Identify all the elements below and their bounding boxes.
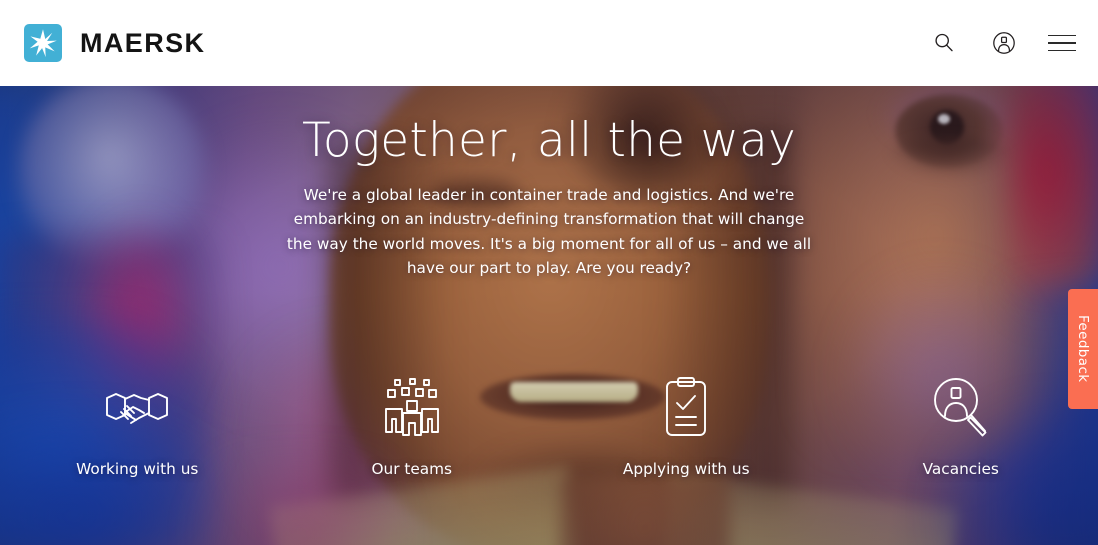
search-icon[interactable] bbox=[928, 27, 960, 59]
burger-line-2 bbox=[1048, 42, 1076, 44]
quicklink-working-with-us[interactable]: Working with us bbox=[0, 374, 275, 478]
quicklink-label: Working with us bbox=[76, 460, 199, 478]
quicklink-label: Applying with us bbox=[622, 460, 750, 478]
quicklink-row: Working with us Our teams Applying with … bbox=[0, 374, 1098, 478]
feedback-label: Feedback bbox=[1075, 315, 1091, 383]
hero-paragraph: We're a global leader in container trade… bbox=[286, 185, 812, 278]
quicklink-label: Our teams bbox=[371, 460, 453, 478]
hamburger-menu-icon[interactable] bbox=[1048, 27, 1076, 59]
burger-line-3 bbox=[1048, 49, 1076, 52]
quicklink-our-teams[interactable]: Our teams bbox=[275, 374, 550, 478]
user-account-icon[interactable] bbox=[988, 27, 1020, 59]
people-group-icon bbox=[383, 374, 441, 440]
quicklink-vacancies[interactable]: Vacancies bbox=[824, 374, 1098, 478]
maersk-seven-point-star-icon bbox=[24, 24, 62, 62]
page-title: Together, all the way bbox=[301, 113, 797, 168]
site-header: MAERSK bbox=[0, 0, 1098, 86]
quicklink-label: Vacancies bbox=[922, 460, 999, 478]
burger-line-1 bbox=[1048, 34, 1076, 37]
clipboard-check-icon bbox=[664, 374, 708, 440]
brand-logo-link[interactable]: MAERSK bbox=[24, 24, 205, 62]
brand-name: MAERSK bbox=[80, 27, 206, 58]
feedback-tab[interactable]: Feedback bbox=[1068, 289, 1098, 409]
handshake-icon bbox=[105, 374, 169, 440]
header-actions bbox=[928, 27, 1076, 59]
quicklink-applying-with-us[interactable]: Applying with us bbox=[549, 374, 824, 478]
hero-content: Together, all the way We're a global lea… bbox=[0, 115, 1098, 545]
hero-banner: Together, all the way We're a global lea… bbox=[0, 86, 1098, 545]
magnifier-person-icon bbox=[932, 374, 990, 440]
